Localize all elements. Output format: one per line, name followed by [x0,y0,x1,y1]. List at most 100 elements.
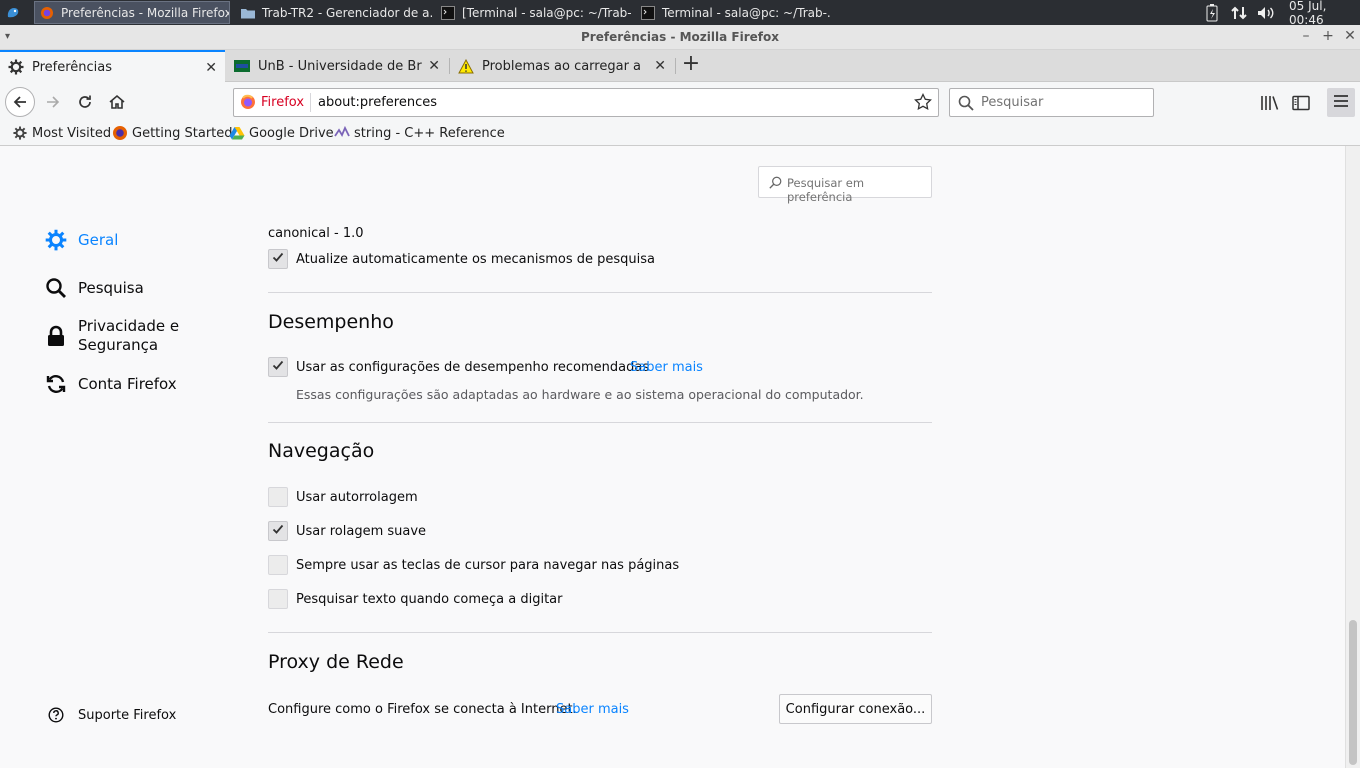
category-general[interactable]: Geral [44,228,118,252]
preferences-page [0,146,1345,768]
tab-unb[interactable]: UnB - Universidade de Brasília ✕ [226,50,448,82]
bookmark-getting-started[interactable]: Getting Started [112,125,233,141]
tab-load-problem[interactable]: Problemas ao carregar a página ✕ [450,50,674,82]
performance-learn-more-link[interactable]: Saber mais [630,360,703,375]
maximize-icon[interactable]: + [1320,28,1336,44]
task-firefox-preferences[interactable]: Preferências - Mozilla Firefox [34,1,230,24]
section-divider [268,292,932,293]
category-firefox-account[interactable]: Conta Firefox [44,372,177,396]
sidebar-toggle-icon[interactable] [1290,92,1312,114]
category-label: Privacidade e Segurança [78,317,180,354]
recommended-performance-checkbox[interactable] [268,357,288,377]
search-bar[interactable]: Pesquisar [949,88,1154,117]
help-icon [44,703,68,727]
back-button[interactable] [5,87,35,117]
clock[interactable]: 05 Jul, 00:46 [1289,0,1360,27]
configure-connection-button[interactable]: Configurar conexão... [779,694,932,724]
task-label: [Terminal - sala@pc: ~/Trab-... [462,5,632,20]
category-label: Conta Firefox [78,375,177,393]
task-terminal-2[interactable]: Terminal - sala@pc: ~/Trab-... [636,1,832,24]
proxy-learn-more-link[interactable]: Saber mais [556,702,629,717]
new-tab-button[interactable]: + [680,53,702,76]
bookmark-star-icon[interactable] [914,92,932,115]
preferences-search-input[interactable]: Pesquisar em preferência [758,166,932,204]
bookmark-google-drive[interactable]: Google Drive [229,125,334,141]
bookmark-label: string - C++ Reference [354,125,505,141]
cpp-reference-icon [334,125,350,141]
url-text[interactable]: about:preferences [318,95,437,110]
search-placeholder: Pesquisar [981,95,1044,110]
performance-heading: Desempenho [268,311,394,333]
app-menu-icon[interactable] [2,2,24,23]
section-divider [268,632,932,633]
task-file-manager[interactable]: Trab-TR2 - Gerenciador de a... [236,1,432,24]
performance-note: Essas configurações são adaptadas ao har… [296,387,864,402]
close-window-icon[interactable]: ✕ [1342,28,1358,44]
close-tab-icon[interactable]: ✕ [205,60,217,76]
category-search[interactable]: Pesquisa [44,276,144,300]
reload-button[interactable] [71,88,99,116]
task-terminal-1[interactable]: [Terminal - sala@pc: ~/Trab-... [436,1,632,24]
task-label: Preferências - Mozilla Firefox [61,5,230,20]
minimize-icon[interactable]: – [1298,28,1314,44]
identity-box[interactable]: Firefox [240,94,304,110]
category-label: Geral [78,231,119,249]
firefox-icon [112,125,128,141]
search-while-typing-label[interactable]: Pesquisar texto quando começa a digitar [296,592,563,607]
smooth-scroll-label[interactable]: Usar rolagem suave [296,524,426,539]
task-label: Terminal - sala@pc: ~/Trab-... [662,5,832,20]
firefox-icon [240,94,256,110]
window-titlebar: ▾ Preferências - Mozilla Firefox – + ✕ [0,25,1360,50]
bookmark-cpp-reference[interactable]: string - C++ Reference [334,125,505,141]
identity-label: Firefox [261,94,305,110]
search-icon [958,95,974,115]
tab-preferences[interactable]: Preferências ✕ [0,50,225,82]
bookmark-label: Getting Started [132,125,233,141]
category-privacy[interactable]: Privacidade e Segurança [44,317,198,355]
url-separator [310,93,311,112]
bookmark-most-visited[interactable]: Most Visited [12,125,111,141]
auto-update-search-engines-checkbox[interactable] [268,249,288,269]
battery-icon[interactable] [1206,0,1218,25]
autoscroll-checkbox[interactable] [268,487,288,507]
search-icon [769,176,782,193]
canonical-label: canonical - 1.0 [268,226,364,241]
caret-browsing-label[interactable]: Sempre usar as teclas de cursor para nav… [296,558,679,573]
library-icon[interactable] [1259,92,1281,114]
task-label: Trab-TR2 - Gerenciador de a... [262,5,432,20]
tab-label: UnB - Universidade de Brasília [258,58,422,74]
caret-browsing-checkbox[interactable] [268,555,288,575]
home-button[interactable] [103,88,131,116]
autoscroll-label[interactable]: Usar autorrolagem [296,490,418,505]
smooth-scroll-checkbox[interactable] [268,521,288,541]
search-while-typing-checkbox[interactable] [268,589,288,609]
volume-icon[interactable] [1256,0,1276,25]
checkmark-icon [272,359,284,375]
warning-icon [458,58,474,74]
unb-favicon-icon [234,58,250,74]
forward-button[interactable] [39,88,67,116]
terminal-icon [440,5,456,21]
bookmark-label: Most Visited [32,125,112,141]
firefox-support-link[interactable]: Suporte Firefox [44,703,176,727]
auto-update-label[interactable]: Atualize automaticamente os mecanismos d… [296,252,655,267]
close-tab-icon[interactable]: ✕ [428,58,440,74]
network-icon[interactable] [1230,0,1248,25]
tab-label: Problemas ao carregar a página [482,58,645,74]
close-tab-icon[interactable]: ✕ [654,58,666,74]
google-drive-icon [229,125,245,141]
tab-label: Preferências [32,59,113,75]
gear-icon [12,125,28,141]
search-placeholder: Pesquisar em preferência [787,176,865,204]
terminal-icon [640,5,656,21]
menu-button[interactable] [1327,88,1355,117]
category-label: Pesquisa [78,279,144,297]
url-bar[interactable]: Firefox about:preferences [233,88,939,117]
recommended-performance-label[interactable]: Usar as configurações de desempenho reco… [296,360,649,375]
bookmarks-toolbar: Most Visited Getting Started Google Driv… [0,122,1360,146]
checkmark-icon [272,523,284,539]
folder-icon [240,5,256,21]
firefox-icon [39,5,55,21]
section-divider [268,422,932,423]
scrollbar-thumb[interactable] [1349,620,1357,765]
